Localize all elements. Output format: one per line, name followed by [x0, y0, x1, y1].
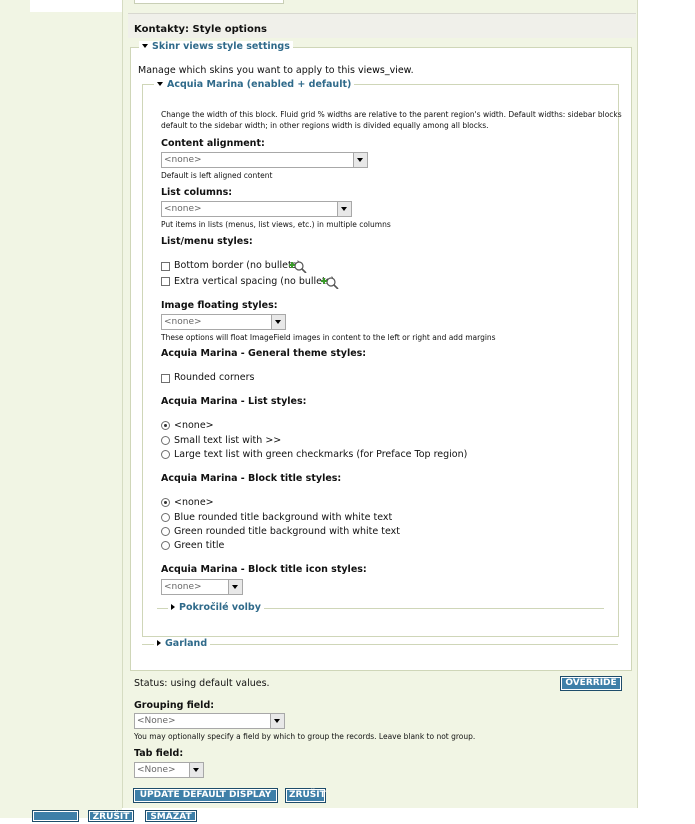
extra-spacing-checkbox[interactable]: [161, 277, 170, 286]
page-title: Kontakty: Style options: [134, 24, 267, 35]
expand-arrow-icon: [157, 640, 161, 646]
list-style-none-radio[interactable]: [161, 421, 170, 430]
zoom-preview-icon[interactable]: [289, 259, 307, 273]
rounded-corners-label: Rounded corners: [174, 372, 255, 383]
chevron-down-icon: [337, 202, 351, 216]
grouping-field-label: Grouping field:: [134, 700, 215, 711]
list-style-large-radio[interactable]: [161, 450, 170, 459]
block-title-green-radio[interactable]: [161, 541, 170, 550]
width-description-1: Change the width of this block. Fluid gr…: [161, 110, 622, 119]
top-box: [134, 0, 284, 4]
skinr-intro: Manage which skins you want to apply to …: [138, 65, 414, 76]
list-columns-select[interactable]: <none>: [161, 201, 352, 217]
garland-legend-label: Garland: [165, 638, 208, 649]
content-alignment-select[interactable]: <none>: [161, 152, 368, 168]
grouping-field-value: <None>: [137, 716, 176, 726]
tab-field-value: <None>: [137, 765, 176, 775]
garland-legend[interactable]: Garland: [154, 638, 211, 649]
list-columns-value: <none>: [164, 204, 202, 214]
list-menu-styles-label: List/menu styles:: [161, 236, 253, 247]
tab-field-label: Tab field:: [134, 748, 184, 759]
cancel-button[interactable]: ZRUŠIT: [285, 788, 326, 803]
block-title-none-radio[interactable]: [161, 498, 170, 507]
chevron-down-icon: [228, 580, 242, 594]
list-style-small-label: Small text list with >>: [174, 435, 282, 446]
block-title-green-rounded-label: Green rounded title background with whit…: [174, 526, 401, 537]
block-title-none-label: <none>: [174, 497, 214, 508]
image-floating-value: <none>: [164, 317, 202, 327]
chevron-down-icon: [270, 714, 284, 728]
block-title-blue-label: Blue rounded title background with white…: [174, 512, 393, 523]
acquia-marina-legend[interactable]: Acquia Marina (enabled + default): [154, 79, 355, 90]
chevron-down-icon: [353, 153, 367, 167]
block-title-icon-value: <none>: [164, 582, 202, 592]
skinr-legend[interactable]: Skinr views style settings: [139, 41, 293, 52]
block-title-icon-select[interactable]: <none>: [161, 579, 243, 595]
advanced-options-label: Pokročilé volby: [179, 602, 261, 613]
bottom-border-label: Bottom border (no bullets): [174, 260, 301, 271]
block-title-styles-label: Acquia Marina - Block title styles:: [161, 473, 342, 484]
image-floating-desc: These options will float ImageField imag…: [161, 333, 496, 342]
override-button[interactable]: OVERRIDE: [560, 676, 622, 691]
delete-button[interactable]: SMAZAT: [145, 810, 197, 822]
acquia-marina-legend-label: Acquia Marina (enabled + default): [167, 79, 352, 90]
left-top-white: [30, 0, 122, 12]
list-style-small-radio[interactable]: [161, 436, 170, 445]
list-styles-label: Acquia Marina - List styles:: [161, 396, 307, 407]
left-background: [0, 0, 122, 818]
intro-code: views_view: [358, 65, 411, 76]
skinr-legend-label: Skinr views style settings: [152, 41, 290, 52]
block-title-green-rounded-radio[interactable]: [161, 527, 170, 536]
list-style-none-label: <none>: [174, 420, 214, 431]
expand-arrow-icon: [171, 604, 175, 610]
bottom-border-checkbox[interactable]: [161, 262, 170, 271]
content-alignment-label: Content alignment:: [161, 138, 265, 149]
image-floating-label: Image floating styles:: [161, 300, 278, 311]
list-style-large-label: Large text list with green checkmarks (f…: [174, 449, 468, 460]
zoom-preview-icon[interactable]: [321, 275, 339, 289]
block-title-icon-label: Acquia Marina - Block title icon styles:: [161, 564, 367, 575]
bottom-cancel-button[interactable]: ZRUŠIT: [88, 810, 134, 822]
advanced-options-legend[interactable]: Pokročilé volby: [168, 602, 264, 613]
grouping-field-desc: You may optionally specify a field by wh…: [134, 732, 476, 741]
list-columns-desc: Put items in lists (menus, list views, e…: [161, 220, 391, 229]
intro-prefix: Manage which skins you want to apply to …: [138, 65, 358, 76]
collapse-arrow-icon: [142, 44, 148, 48]
garland-divider: [142, 644, 618, 645]
tab-field-select[interactable]: <None>: [134, 762, 204, 778]
status-text: Status: using default values.: [134, 678, 270, 689]
update-default-display-button[interactable]: UPDATE DEFAULT DISPLAY: [133, 788, 278, 803]
general-theme-label: Acquia Marina - General theme styles:: [161, 348, 367, 359]
content-alignment-desc: Default is left aligned content: [161, 171, 273, 180]
block-title-blue-radio[interactable]: [161, 513, 170, 522]
rounded-corners-checkbox[interactable]: [161, 374, 170, 383]
chevron-down-icon: [189, 763, 203, 777]
grouping-field-select[interactable]: <None>: [134, 713, 285, 729]
image-floating-select[interactable]: <none>: [161, 314, 286, 330]
extra-spacing-label: Extra vertical spacing (no bullets): [174, 276, 335, 287]
content-alignment-value: <none>: [164, 155, 202, 165]
block-title-green-label: Green title: [174, 540, 225, 551]
list-columns-label: List columns:: [161, 187, 233, 198]
collapse-arrow-icon: [157, 82, 163, 86]
chevron-down-icon: [271, 315, 285, 329]
intro-suffix: .: [410, 65, 414, 76]
save-button[interactable]: [32, 810, 79, 822]
width-description-2: default to the sidebar width; in other r…: [161, 121, 489, 130]
